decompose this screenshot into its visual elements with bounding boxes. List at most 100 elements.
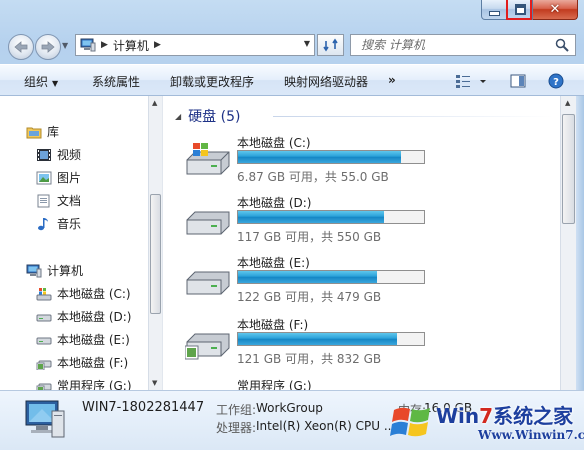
close-button[interactable]: ✕	[533, 0, 578, 20]
forward-arrow-icon	[41, 41, 55, 53]
sidebar-item-label: 图片	[57, 171, 82, 185]
collapse-triangle-icon[interactable]: ◢	[175, 112, 181, 121]
organize-button[interactable]: 组织 ▼	[24, 73, 58, 90]
watermark-title-c: 系统之家	[493, 404, 574, 428]
refresh-button[interactable]	[317, 34, 344, 56]
breadcrumb-computer[interactable]: 计算机	[113, 37, 149, 54]
maximize-button[interactable]	[506, 0, 533, 20]
hard-drive-icon	[186, 211, 230, 235]
sidebar-item-drive-f[interactable]: 本地磁盘 (F:)	[36, 354, 128, 371]
hard-drive-icon	[36, 314, 52, 321]
command-bar: 组织 ▼ 系统属性 卸载或更改程序 映射网络驱动器 » ?	[0, 64, 584, 96]
preview-pane-button[interactable]	[510, 73, 526, 92]
refresh-icon	[322, 38, 338, 52]
preview-pane-icon	[510, 74, 526, 88]
watermark-title-b: 7	[479, 404, 494, 428]
drive-usage-fill	[238, 271, 377, 283]
drive-with-image-icon	[185, 333, 230, 360]
sidebar-item-documents[interactable]: 文档	[36, 192, 81, 209]
sidebar-item-label: 计算机	[47, 264, 84, 278]
video-icon	[37, 148, 51, 161]
workgroup-value: WorkGroup	[256, 401, 323, 415]
sidebar-item-drive-e[interactable]: 本地磁盘 (E:)	[36, 331, 130, 348]
sidebar-item-pictures[interactable]: 图片	[36, 169, 81, 186]
recent-pages-dropdown[interactable]: ▼	[62, 41, 68, 50]
more-commands-button[interactable]: »	[388, 73, 396, 87]
navigation-scrollbar[interactable]: ▲ ▼	[148, 96, 162, 390]
sidebar-item-music[interactable]: 音乐	[36, 215, 81, 232]
computer-icon	[26, 264, 42, 277]
sidebar-item-drive-d[interactable]: 本地磁盘 (D:)	[36, 308, 131, 325]
organize-label: 组织	[24, 75, 49, 89]
drive-item-c[interactable]: 本地磁盘 (C:) 6.87 GB 可用，共 55.0 GB	[185, 134, 545, 194]
computer-icon	[80, 38, 96, 52]
search-input[interactable]	[359, 37, 553, 53]
drive-usage-bar	[237, 210, 425, 224]
sidebar-item-drive-c[interactable]: 本地磁盘 (C:)	[36, 285, 131, 302]
drive-item-g[interactable]: 常用程序 (G:)	[185, 377, 545, 390]
view-icon	[456, 75, 486, 88]
library-folder-icon	[26, 127, 42, 138]
drive-item-e[interactable]: 本地磁盘 (E:) 122 GB 可用，共 479 GB	[185, 254, 545, 314]
drive-name: 本地磁盘 (C:)	[237, 136, 311, 150]
sidebar-item-label: 常用程序 (G:)	[57, 379, 132, 390]
sidebar-item-label: 文档	[57, 194, 82, 208]
back-arrow-icon	[14, 41, 28, 53]
drive-space-text: 121 GB 可用，共 832 GB	[237, 352, 382, 366]
search-icon[interactable]	[555, 38, 569, 52]
drive-space-text: 122 GB 可用，共 479 GB	[237, 290, 382, 304]
window-frame-edge	[576, 96, 584, 390]
sidebar-item-drive-g[interactable]: 常用程序 (G:)	[36, 377, 132, 390]
sidebar-item-computer[interactable]: 计算机	[26, 262, 83, 279]
scroll-thumb[interactable]	[150, 194, 161, 314]
drive-item-d[interactable]: 本地磁盘 (D:) 117 GB 可用，共 550 GB	[185, 194, 545, 254]
drive-space-text: 6.87 GB 可用，共 55.0 GB	[237, 170, 389, 184]
map-network-drive-button[interactable]: 映射网络驱动器	[284, 73, 368, 90]
search-box[interactable]	[350, 34, 576, 56]
watermark-url: Www.Winwin7.com	[478, 428, 584, 442]
scroll-down-icon[interactable]: ▼	[152, 379, 157, 387]
hard-drive-icon	[36, 337, 52, 344]
processor-value: Intel(R) Xeon(R) CPU ...	[256, 419, 396, 433]
uninstall-program-button[interactable]: 卸载或更改程序	[170, 73, 254, 90]
content-scrollbar[interactable]: ▲	[560, 96, 576, 390]
help-button[interactable]: ?	[548, 73, 564, 92]
back-button[interactable]	[8, 34, 34, 60]
document-icon	[37, 194, 50, 207]
workgroup-label: 工作组:	[216, 403, 257, 417]
drive-with-image-icon	[36, 383, 52, 390]
hard-drive-icon	[186, 271, 230, 295]
sidebar-item-label: 本地磁盘 (F:)	[57, 356, 129, 370]
svg-text:?: ?	[553, 77, 559, 88]
group-divider	[273, 116, 553, 117]
sidebar-item-videos[interactable]: 视频	[36, 146, 81, 163]
system-drive-icon	[36, 287, 52, 300]
drive-item-f[interactable]: 本地磁盘 (F:) 121 GB 可用，共 832 GB	[185, 316, 545, 376]
watermark-title: Win7系统之家	[436, 400, 573, 429]
highlight-box	[506, 0, 532, 20]
system-properties-button[interactable]: 系统属性	[92, 73, 140, 90]
group-header-hard-drives[interactable]: ◢ 硬盘 (5)	[175, 106, 240, 126]
address-dropdown[interactable]: ▼	[304, 39, 310, 48]
change-view-button[interactable]	[455, 73, 489, 92]
sidebar-item-library[interactable]: 库	[26, 123, 59, 140]
scroll-up-icon[interactable]: ▲	[565, 99, 570, 107]
music-note-icon	[38, 217, 48, 230]
processor-label: 处理器:	[216, 421, 257, 435]
breadcrumb-separator[interactable]: ▶	[154, 40, 161, 50]
watermark-logo: Win7系统之家 Www.Winwin7.com	[386, 398, 584, 450]
watermark-title-a: Win	[436, 404, 480, 428]
scroll-up-icon[interactable]: ▲	[152, 99, 157, 107]
address-bar[interactable]: ▶ 计算机 ▶ ▼	[75, 34, 315, 56]
minimize-button[interactable]	[481, 0, 508, 20]
drive-name: 本地磁盘 (D:)	[237, 196, 312, 210]
sidebar-item-label: 本地磁盘 (C:)	[57, 287, 131, 301]
scroll-thumb[interactable]	[562, 114, 575, 224]
windows-logo-icon	[390, 407, 430, 437]
breadcrumb-separator[interactable]: ▶	[101, 40, 108, 50]
sidebar-item-label: 本地磁盘 (E:)	[57, 333, 130, 347]
forward-button[interactable]	[35, 34, 61, 60]
sidebar-item-label: 视频	[57, 148, 82, 162]
drive-usage-bar	[237, 332, 425, 346]
minimize-icon	[489, 10, 500, 16]
